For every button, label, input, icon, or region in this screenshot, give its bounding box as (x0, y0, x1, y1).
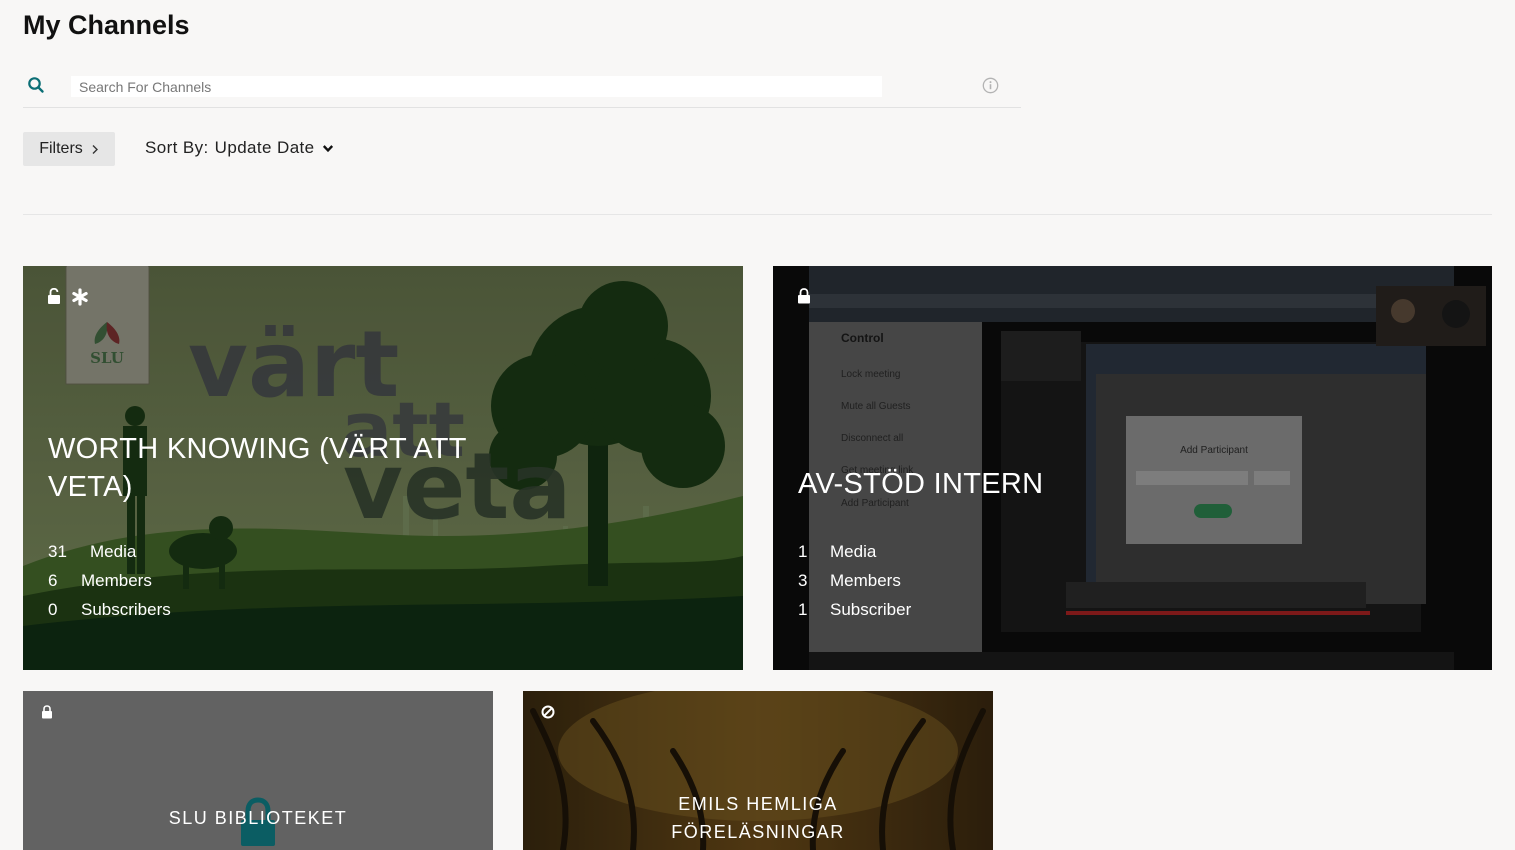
stat-label: Members (830, 571, 901, 590)
page-title: My Channels (23, 10, 190, 40)
stat-subscribers: 0 Subscribers (48, 600, 171, 629)
stat-number: 0 (48, 600, 58, 619)
channel-stats: 1 Media 3 Members 1 Subscriber (798, 542, 911, 629)
stat-label: Media (830, 542, 877, 561)
sort-dropdown[interactable]: Sort By: Update Date (145, 138, 334, 158)
chevron-down-icon (322, 144, 333, 152)
channel-card-emils-hemliga-forelasningar[interactable]: EMILS HEMLIGA FÖRELÄSNINGAR (523, 691, 993, 850)
stat-number: 1 (798, 542, 808, 561)
stat-label: Subscriber (830, 600, 912, 619)
stat-label: Media (90, 542, 137, 561)
search-bar (23, 70, 1021, 108)
stat-label: Members (81, 571, 152, 590)
search-icon[interactable] (27, 76, 45, 94)
info-icon[interactable] (982, 77, 999, 94)
search-input[interactable] (71, 76, 882, 97)
lock-icon (798, 288, 810, 304)
stat-label: Subscribers (81, 600, 171, 619)
stat-subscribers: 1 Subscriber (798, 600, 911, 629)
stat-number: 3 (798, 571, 808, 590)
stat-number: 6 (48, 571, 58, 590)
channel-title[interactable]: EMILS HEMLIGA FÖRELÄSNINGAR (658, 790, 858, 846)
filters-button[interactable]: Filters (23, 132, 115, 166)
stat-media: 31 Media (48, 542, 171, 571)
channel-title[interactable]: SLU BIBLIOTEKET (23, 808, 493, 829)
channel-card-worth-knowing[interactable]: SLU värt att veta WORTH KNOWING (VÄRT AT… (23, 266, 743, 670)
chevron-right-icon (92, 144, 98, 154)
filters-label: Filters (39, 140, 83, 157)
stat-number: 1 (798, 600, 808, 619)
lock-icon (42, 705, 52, 719)
channel-title[interactable]: AV-STÖD INTERN (798, 465, 1258, 503)
channel-card-slu-biblioteket[interactable]: SLU BIBLIOTEKET (23, 691, 493, 850)
sort-value: Update Date (214, 138, 315, 157)
stat-media: 1 Media (798, 542, 911, 571)
stat-members: 3 Members (798, 571, 911, 600)
asterisk-icon (72, 288, 88, 306)
stat-members: 6 Members (48, 571, 171, 600)
blocked-icon (541, 705, 555, 719)
toolbar-divider (23, 214, 1492, 215)
unlock-icon (48, 288, 60, 304)
sort-label: Sort By: (145, 138, 209, 157)
channel-card-av-stod-intern[interactable]: Control Lock meeting Mute all Guests Dis… (773, 266, 1492, 670)
stat-number: 31 (48, 542, 67, 561)
channel-stats: 31 Media 6 Members 0 Subscribers (48, 542, 171, 629)
channel-title[interactable]: WORTH KNOWING (VÄRT ATT VETA) (48, 430, 508, 506)
